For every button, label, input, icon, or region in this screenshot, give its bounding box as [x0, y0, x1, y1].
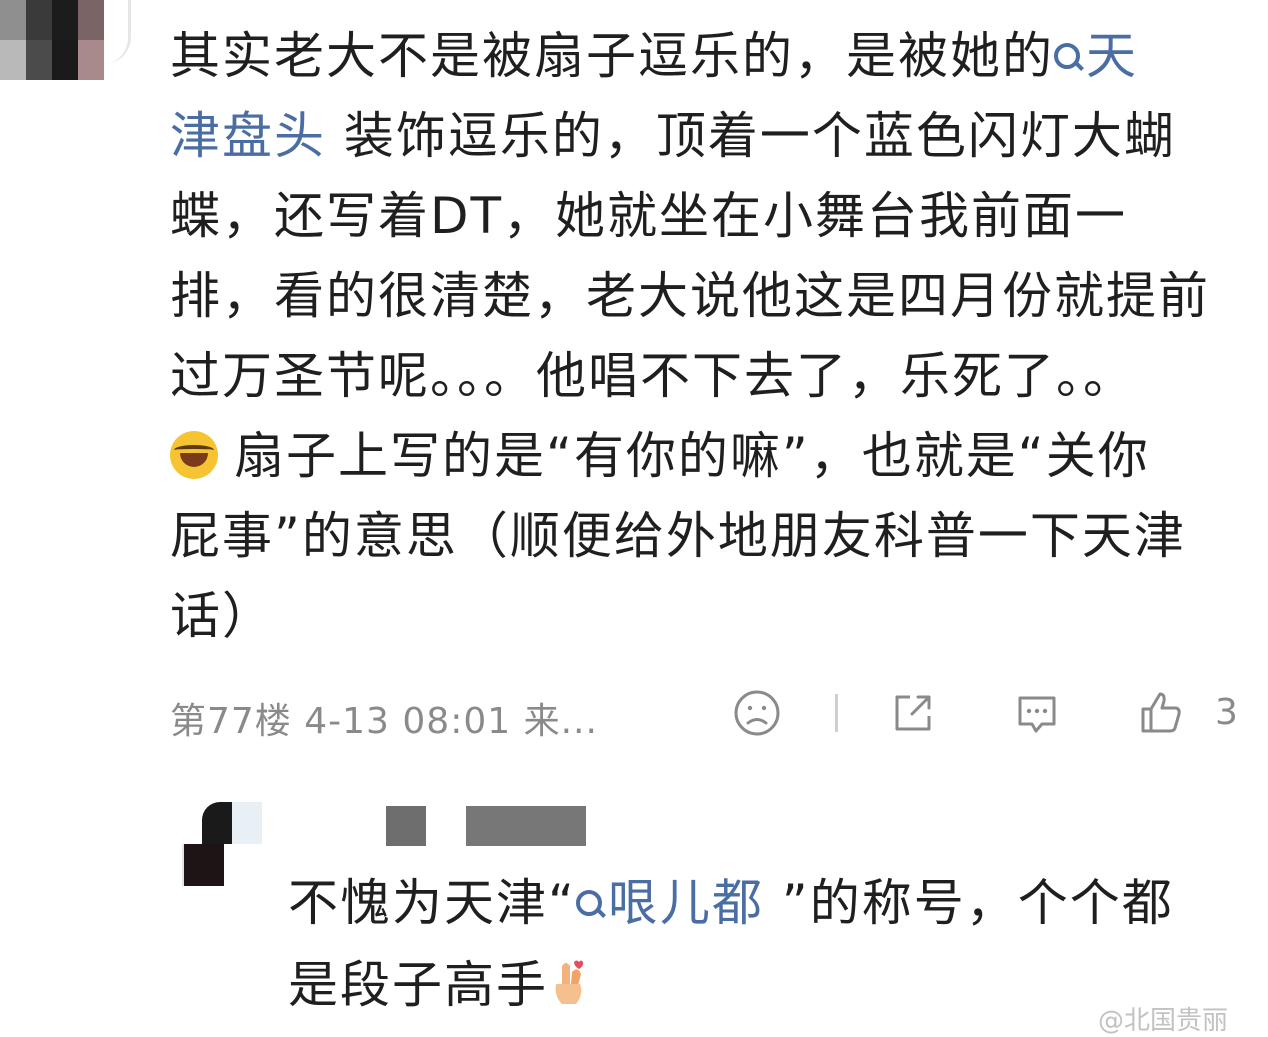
avatar-border	[104, 0, 131, 64]
hand-heart-emoji-icon	[548, 952, 588, 1004]
comment-text: 其实老大不是被扇子逗乐的，是被她的天 津盘头 装饰逗乐的，顶着一个蓝色闪灯大蝴 …	[170, 16, 1250, 656]
comment-line: 扇子上写的是“有你的嘛”，也就是“关你	[170, 416, 1250, 496]
reply-line: 不愧为天津“ 哏儿都 ”的称号，个个都	[288, 874, 1174, 932]
reply-username-redacted[interactable]	[466, 806, 586, 846]
avatar[interactable]	[0, 0, 104, 80]
comment-icon[interactable]	[1012, 688, 1062, 738]
watermark: @北国贵丽	[1098, 1006, 1229, 1036]
comment-line: 过万圣节呢。。。他唱不下去了，乐死了。。	[170, 347, 1135, 405]
comment-line: 其实老大不是被扇子逗乐的，是被她的天	[170, 27, 1138, 85]
comment-line: 话）	[170, 587, 274, 645]
laughing-emoji-icon	[170, 431, 218, 479]
topic-link[interactable]: 哏儿都	[575, 874, 764, 932]
comment-meta-row: 第77楼 4-13 08:01 来... 3	[170, 684, 1250, 744]
share-icon[interactable]	[888, 688, 938, 738]
search-icon	[575, 890, 602, 916]
comment-line: 排，看的很清楚，老大说他这是四月份就提前	[170, 267, 1210, 325]
reply-username-redacted[interactable]	[386, 806, 426, 846]
like-count: 3	[1215, 692, 1238, 733]
topic-link[interactable]: 津盘头	[170, 107, 326, 165]
sad-face-icon[interactable]	[732, 688, 782, 738]
comment-line: 津盘头 装饰逗乐的，顶着一个蓝色闪灯大蝴	[170, 107, 1176, 165]
comment-line: 屁事”的意思（顺便给外地朋友科普一下天津	[170, 507, 1186, 565]
reply-avatar[interactable]	[172, 802, 262, 888]
search-icon	[1054, 43, 1080, 69]
topic-link[interactable]: 天	[1054, 27, 1138, 85]
comment-line: 蝶，还写着DT，她就坐在小舞台我前面一	[170, 187, 1128, 245]
thumbs-up-icon[interactable]	[1136, 688, 1186, 738]
floor-and-time: 第77楼 4-13 08:01 来...	[170, 701, 598, 742]
divider	[835, 694, 838, 732]
